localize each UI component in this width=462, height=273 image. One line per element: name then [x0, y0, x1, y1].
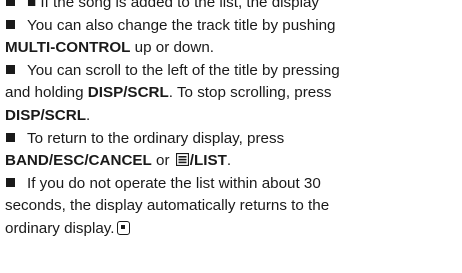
tip-change-title: You can also change the track title by p… [5, 15, 461, 60]
bullet-square-icon [6, 132, 15, 142]
tip-timeout: If you do not operate the list within ab… [5, 173, 461, 241]
tip-text: ordinary display. [5, 219, 115, 237]
tip-text: up or down. [130, 39, 215, 57]
tip-text: and holding [5, 84, 88, 102]
bullet-square-icon [6, 19, 15, 29]
tip-text: You can also change the track title by p… [27, 16, 336, 34]
cut-off-line: ■ If the song is added to the list, the … [5, 0, 461, 15]
end-of-section-icon [117, 220, 131, 235]
cut-off-text: ■ If the song is added to the list, the … [27, 0, 320, 11]
manual-text-block: ■ If the song is added to the list, the … [5, 0, 461, 241]
bullet-square-icon [6, 177, 15, 187]
tip-text: . [86, 106, 91, 124]
tip-text: You can scroll to the left of the title … [27, 61, 340, 79]
list-label: /LIST [189, 152, 227, 170]
tip-scroll-title: You can scroll to the left of the title … [5, 60, 461, 128]
tip-text: seconds, the display automatically retur… [5, 197, 330, 215]
list-icon [175, 153, 189, 167]
bullet-square-icon [6, 64, 15, 74]
bullet-square-icon [6, 0, 15, 6]
disp-scrl-label: DISP/SCRL [87, 84, 169, 102]
tip-text: or [151, 152, 174, 170]
tip-text: To return to the ordinary display, press [27, 129, 285, 147]
multi-control-label: MULTI-CONTROL [5, 39, 131, 57]
tip-text: . [226, 152, 232, 170]
tip-text: If you do not operate the list within ab… [27, 174, 321, 192]
disp-scrl-label: DISP/SCRL [5, 106, 87, 124]
tip-text: . To stop scrolling, press [168, 84, 332, 102]
tip-return-display: To return to the ordinary display, press… [5, 128, 461, 173]
band-esc-cancel-label: BAND/ESC/CANCEL [5, 152, 152, 170]
